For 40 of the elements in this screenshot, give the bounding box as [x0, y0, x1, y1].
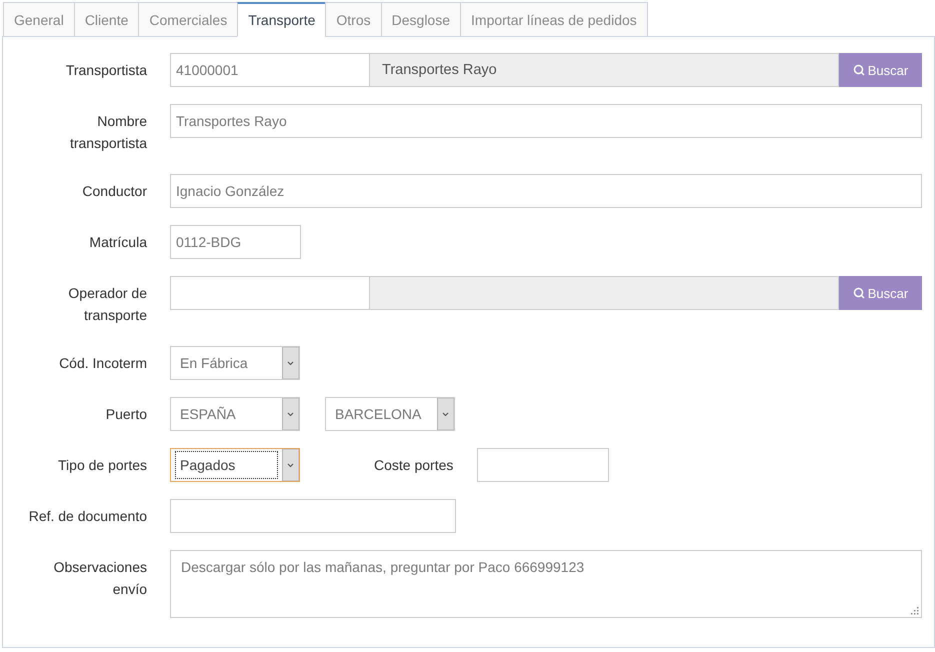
text-input[interactable]: Transportes Rayo [170, 104, 922, 138]
text-input[interactable] [170, 499, 456, 533]
search-button[interactable]: Buscar [839, 53, 922, 87]
tab[interactable]: Comerciales [138, 2, 238, 37]
select-field[interactable]: BARCELONA [325, 397, 455, 431]
search-button[interactable]: Buscar [839, 276, 922, 310]
tab[interactable]: General [3, 2, 75, 37]
text-input[interactable]: Ignacio González [170, 174, 922, 208]
readonly-name-field: Transportes Rayo [370, 53, 839, 87]
chevron-down-icon [282, 398, 299, 430]
chevron-down-icon [282, 449, 299, 481]
field-label: Operador de transporte [67, 284, 147, 325]
search-icon [852, 64, 865, 76]
chevron-down-icon [282, 347, 299, 379]
tab[interactable]: Cliente [74, 2, 140, 37]
search-icon [852, 287, 865, 299]
cost-input[interactable] [477, 448, 610, 482]
field-label: Nombre transportista [68, 112, 147, 153]
field-label: Conductor [81, 182, 147, 201]
tab[interactable]: Otros [325, 2, 382, 37]
select-field[interactable]: Pagados [170, 448, 300, 482]
field-label: Puerto [104, 405, 147, 424]
tab[interactable]: Desglose [380, 2, 462, 37]
text-input[interactable]: 0112-BDG [170, 225, 301, 259]
code-input[interactable]: 41000001 [170, 53, 370, 87]
select-field[interactable]: En Fábrica [170, 346, 300, 380]
notes-textarea[interactable]: Descargar sólo por las mañanas, preguntar por Paco 666999123 [170, 550, 922, 618]
field-label: Tipo de portes [57, 456, 147, 475]
select-field[interactable]: ESPAÑA [170, 397, 300, 431]
code-input[interactable] [170, 276, 370, 310]
field-label: Ref. de documento [28, 507, 147, 526]
field-label: Matrícula [88, 233, 147, 252]
field-label: Transportista [64, 61, 147, 80]
field-label: Cód. Incoterm [58, 354, 147, 373]
tab[interactable]: Importar líneas de pedidos [460, 2, 648, 37]
field-label: Coste portes [374, 456, 454, 475]
field-label: Observaciones envío [52, 558, 147, 599]
resize-grip-icon[interactable] [911, 607, 919, 615]
tab[interactable]: Transporte [237, 2, 326, 37]
chevron-down-icon [437, 398, 454, 430]
